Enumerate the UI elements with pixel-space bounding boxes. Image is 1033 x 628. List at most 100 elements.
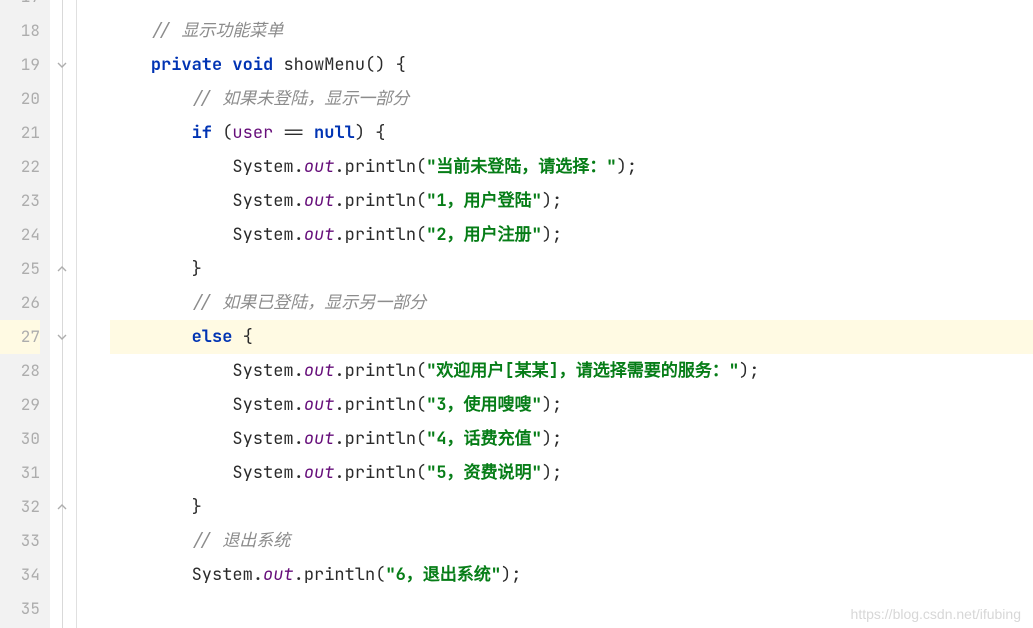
token-punct: ); [542,394,562,416]
token-ident: System [232,224,293,246]
token-method: showMenu [283,54,365,76]
token-punct: ( [416,190,426,212]
code-line[interactable]: // 退出系统 [110,524,1033,558]
fold-open-icon[interactable] [53,330,71,344]
token-punct: . [294,564,304,586]
token-method: println [345,360,416,382]
code-line[interactable]: else { [110,320,1033,354]
token-punct: ( [416,360,426,382]
code-line[interactable]: System.out.println("欢迎用户[某某]，请选择需要的服务：")… [110,354,1033,388]
token-method: println [345,156,416,178]
line-number: 19 [0,48,40,82]
line-number: 25 [0,252,40,286]
token-staticf: out [304,462,335,484]
line-number: 29 [0,388,40,422]
line-number: 34 [0,558,40,592]
line-number: 18 [0,14,40,48]
line-number: 24 [0,218,40,252]
token-kw: if [192,122,212,144]
token-punct: ( [416,394,426,416]
fold-guide [62,0,63,628]
token-str: "2，用户注册" [426,224,542,246]
line-number: 21 [0,116,40,150]
fold-close-icon[interactable] [53,500,71,514]
token-staticf: out [304,428,335,450]
token-ident: System [232,462,293,484]
token-punct: ); [542,190,562,212]
token-kw: null [314,122,355,144]
token-punct: } [192,496,202,518]
token-punct: . [334,394,344,416]
fold-close-icon[interactable] [53,262,71,276]
token-ident: System [232,394,293,416]
code-line[interactable]: // 如果已登陆，显示另一部分 [110,286,1033,320]
code-line[interactable]: System.out.println("2，用户注册"); [110,218,1033,252]
token-punct: . [334,190,344,212]
token-punct: . [294,428,304,450]
code-line[interactable]: // 如果未登陆，显示一部分 [110,82,1033,116]
token-comment: // 退出系统 [192,530,291,552]
code-line[interactable]: } [110,490,1033,524]
token-punct: ( [416,462,426,484]
code-area[interactable]: // 显示功能菜单 private void showMenu() { // 如… [110,0,1033,628]
token-punct: ( [222,122,232,144]
code-line[interactable]: System.out.println("当前未登陆，请选择："); [110,150,1033,184]
token-str: "4，话费充值" [426,428,542,450]
token-punct: . [334,462,344,484]
token-method: println [304,564,375,586]
fold-close-icon[interactable] [53,0,71,4]
token-str: "3，使用嗖嗖" [426,394,542,416]
token-str: "6，退出系统" [385,564,501,586]
line-number: 28 [0,354,40,388]
token-comment: // 如果未登陆，显示一部分 [192,88,410,110]
code-line[interactable]: System.out.println("6，退出系统"); [110,558,1033,592]
token-staticf: out [304,360,335,382]
token-punct: . [294,224,304,246]
indent-margin [76,0,110,628]
token-ident: System [232,360,293,382]
line-number: 35 [0,592,40,626]
token-punct: { [243,326,253,348]
token-punct: . [334,428,344,450]
token-staticf: out [304,190,335,212]
token-punct: . [294,394,304,416]
token-method: println [345,224,416,246]
code-line[interactable]: System.out.println("1，用户登陆"); [110,184,1033,218]
token-punct: ); [542,428,562,450]
code-line[interactable]: if (user == null) { [110,116,1033,150]
code-line[interactable] [110,592,1033,626]
token-fieldref: user [232,122,273,144]
token-staticf: out [304,224,335,246]
indent-guide [76,0,77,628]
token-kw: void [232,54,273,76]
token-punct: ); [501,564,521,586]
token-punct: ( [375,564,385,586]
token-punct: . [334,156,344,178]
token-kw: else [192,326,233,348]
token-method: println [345,190,416,212]
fold-column [50,0,76,628]
token-punct: ( [416,156,426,178]
token-punct: . [253,564,263,586]
line-number: 22 [0,150,40,184]
token-punct: . [334,224,344,246]
code-line[interactable]: System.out.println("5，资费说明"); [110,456,1033,490]
code-line[interactable]: private void showMenu() { [110,48,1033,82]
token-punct: . [294,462,304,484]
code-line[interactable]: // 显示功能菜单 [110,14,1033,48]
token-punct: ); [739,360,759,382]
token-staticf: out [304,394,335,416]
fold-open-icon[interactable] [53,58,71,72]
code-line[interactable]: System.out.println("3，使用嗖嗖"); [110,388,1033,422]
token-punct: ( [416,428,426,450]
code-line[interactable]: } [110,252,1033,286]
token-ident: System [232,190,293,212]
line-number: 23 [0,184,40,218]
line-number: 33 [0,524,40,558]
token-punct: . [334,360,344,382]
code-line[interactable] [110,0,1033,14]
code-line[interactable]: System.out.println("4，话费充值"); [110,422,1033,456]
token-punct: () { [365,54,406,76]
line-number: 32 [0,490,40,524]
code-editor[interactable]: 17181920212223242526272829303132333435 /… [0,0,1033,628]
